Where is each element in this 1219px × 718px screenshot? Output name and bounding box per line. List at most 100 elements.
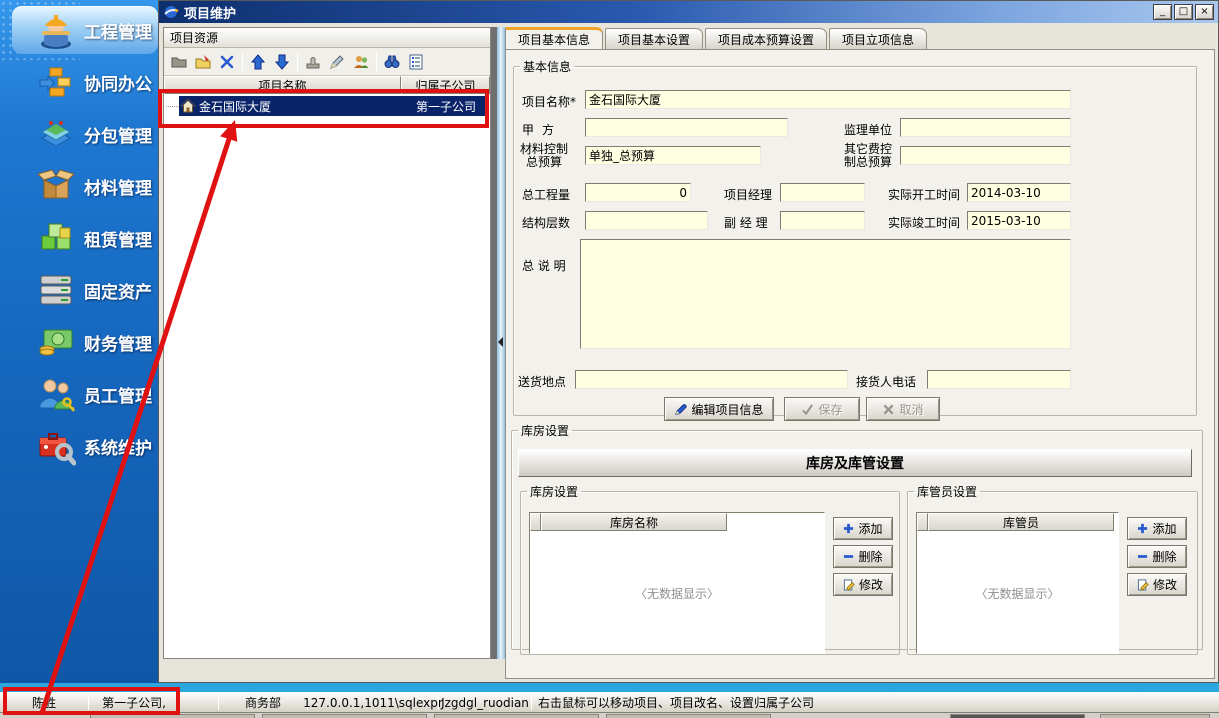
delete-x-icon[interactable] [215, 50, 239, 74]
plus-icon [1137, 523, 1148, 534]
close-button[interactable]: × [1195, 4, 1214, 20]
doc-edit-icon [843, 579, 855, 591]
worker-icon [36, 10, 76, 50]
floors-input[interactable] [585, 211, 708, 230]
description-label: 总 说 明 [522, 257, 566, 274]
row-indicator-header [530, 513, 541, 531]
receiver-phone-input[interactable] [927, 370, 1071, 389]
tree-row-project[interactable]: 金石国际大厦 第一子公司 [164, 96, 488, 116]
folder-icon[interactable] [167, 50, 191, 74]
window-content: 项目资源 项目名称 [159, 23, 1218, 682]
material-budget-label-line1: 材料控制 [520, 142, 568, 156]
project-manager-input[interactable] [780, 183, 865, 202]
supervisor-label: 监理单位 [844, 121, 892, 138]
warehouse-banner: 库房及库管设置 [518, 449, 1192, 477]
office-blocks-icon [36, 62, 76, 102]
project-name-input[interactable] [585, 90, 1071, 109]
sidebar-item-finance[interactable]: 财务管理 [0, 318, 158, 366]
material-budget-input[interactable] [585, 146, 761, 165]
taskbar-segment-active[interactable] [950, 714, 1085, 718]
tab-basic-info[interactable]: 项目基本信息 [505, 27, 603, 49]
sidebar-item-assets[interactable]: 固定资产 [0, 266, 158, 314]
people-key-icon [36, 374, 76, 414]
keeper-column-header[interactable]: 库管员 [928, 513, 1114, 531]
move-up-icon[interactable] [246, 50, 270, 74]
cancel-button[interactable]: 取消 [866, 397, 940, 421]
tab-cost-budget-settings[interactable]: 项目成本预算设置 [705, 28, 827, 49]
keeper-modify-button[interactable]: 修改 [1127, 573, 1187, 596]
edit-project-info-button[interactable]: 编辑项目信息 [664, 397, 774, 421]
folder-edit-icon[interactable] [191, 50, 215, 74]
save-button[interactable]: 保存 [784, 397, 860, 421]
pencil-icon[interactable] [325, 50, 349, 74]
keeper-list[interactable]: 库管员 〈无数据显示〉 [916, 512, 1119, 654]
main-nav-sidebar: 工程管理 协同办公 分包管理 材料管理 租赁管理 [0, 0, 158, 683]
tree-panel-header: 项目资源 [164, 28, 490, 48]
taskbar-segment[interactable] [434, 714, 599, 718]
taskbar-segment[interactable] [90, 714, 255, 718]
minus-icon [1137, 551, 1148, 562]
report-grid-icon[interactable] [404, 50, 428, 74]
status-hint: 右击鼠标可以移动项目、项目改名、设置归属子公司 [532, 693, 1219, 712]
plus-icon [843, 523, 854, 534]
users-icon[interactable] [349, 50, 373, 74]
tree-panel-title: 项目资源 [170, 29, 218, 46]
delivery-address-input[interactable] [575, 370, 848, 389]
status-empty-segment [180, 693, 218, 712]
minimize-button[interactable]: _ [1153, 4, 1172, 20]
sidebar-item-subcontract[interactable]: 分包管理 [0, 110, 158, 158]
project-tree-panel: 项目资源 项目名称 [163, 27, 491, 659]
supervisor-input[interactable] [900, 118, 1071, 137]
warehouse-add-button[interactable]: 添加 [833, 517, 893, 540]
panel-splitter[interactable] [497, 27, 505, 659]
warehouse-modify-button[interactable]: 修改 [833, 573, 893, 596]
warehouse-list[interactable]: 库房名称 〈无数据显示〉 [529, 512, 825, 654]
delivery-address-label: 送货地点 [518, 373, 566, 390]
status-company: 第一子公司, [89, 693, 179, 712]
end-date-input[interactable] [967, 211, 1071, 230]
taskbar-segment[interactable] [262, 714, 427, 718]
other-budget-input[interactable] [900, 146, 1071, 165]
tab-basic-settings[interactable]: 项目基本设置 [605, 28, 703, 49]
move-down-icon[interactable] [270, 50, 294, 74]
toolbar-separator [376, 53, 377, 71]
stamp-icon[interactable] [301, 50, 325, 74]
warehouse-groupbox: 库房设置 库房及库管设置 库房设置 库房名称 〈无数据显示〉 [511, 422, 1203, 650]
sidebar-item-system[interactable]: 系统维护 [0, 422, 158, 470]
x-icon [882, 403, 895, 416]
house-icon [180, 98, 196, 114]
tree-row-project-name: 金石国际大厦 [199, 98, 271, 115]
detail-panel: 项目基本信息 项目基本设置 项目成本预算设置 项目立项信息 基本信息 项目名称*… [505, 27, 1215, 679]
collapse-chevron-icon[interactable] [498, 337, 503, 347]
status-database: Jzgdgl_ruodian [439, 693, 531, 712]
warehouse-remove-button[interactable]: 删除 [833, 545, 893, 568]
binoculars-icon[interactable] [380, 50, 404, 74]
sidebar-item-office[interactable]: 协同办公 [0, 58, 158, 106]
sidebar-item-material[interactable]: 材料管理 [0, 162, 158, 210]
other-budget-label-line1: 其它费控 [844, 142, 892, 156]
taskbar-segment[interactable] [1100, 714, 1210, 718]
sidebar-item-employees[interactable]: 员工管理 [0, 370, 158, 418]
deputy-manager-label: 副 经 理 [724, 214, 768, 231]
floors-label: 结构层数 [522, 214, 570, 231]
total-quantity-input[interactable] [585, 183, 691, 202]
toolbox-icon [36, 426, 76, 466]
tab-strip: 项目基本信息 项目基本设置 项目成本预算设置 项目立项信息 [505, 27, 1215, 49]
start-date-input[interactable] [967, 183, 1071, 202]
tab-page-basic-info: 基本信息 项目名称* 甲方 监理单位 材料控制总预算 其它费控制总预算 总工程量 [505, 49, 1215, 679]
keeper-remove-button[interactable]: 删除 [1127, 545, 1187, 568]
status-server: 127.0.0.1,1011\sqlexpr [308, 693, 438, 712]
sidebar-item-lease[interactable]: 租赁管理 [0, 214, 158, 262]
description-textarea[interactable] [580, 239, 1071, 349]
party-a-input[interactable] [585, 118, 788, 137]
taskbar-segment[interactable] [606, 714, 771, 718]
column-header-project-name[interactable]: 项目名称 [164, 76, 401, 94]
deputy-manager-input[interactable] [780, 211, 865, 230]
project-name-label: 项目名称* [522, 93, 576, 110]
sidebar-item-engineering[interactable]: 工程管理 [12, 6, 158, 54]
column-header-subsidiary[interactable]: 归属子公司 [401, 76, 490, 94]
maximize-button[interactable]: □ [1174, 4, 1193, 20]
warehouse-name-column-header[interactable]: 库房名称 [541, 513, 727, 531]
keeper-add-button[interactable]: 添加 [1127, 517, 1187, 540]
tab-approval-info[interactable]: 项目立项信息 [829, 28, 927, 49]
